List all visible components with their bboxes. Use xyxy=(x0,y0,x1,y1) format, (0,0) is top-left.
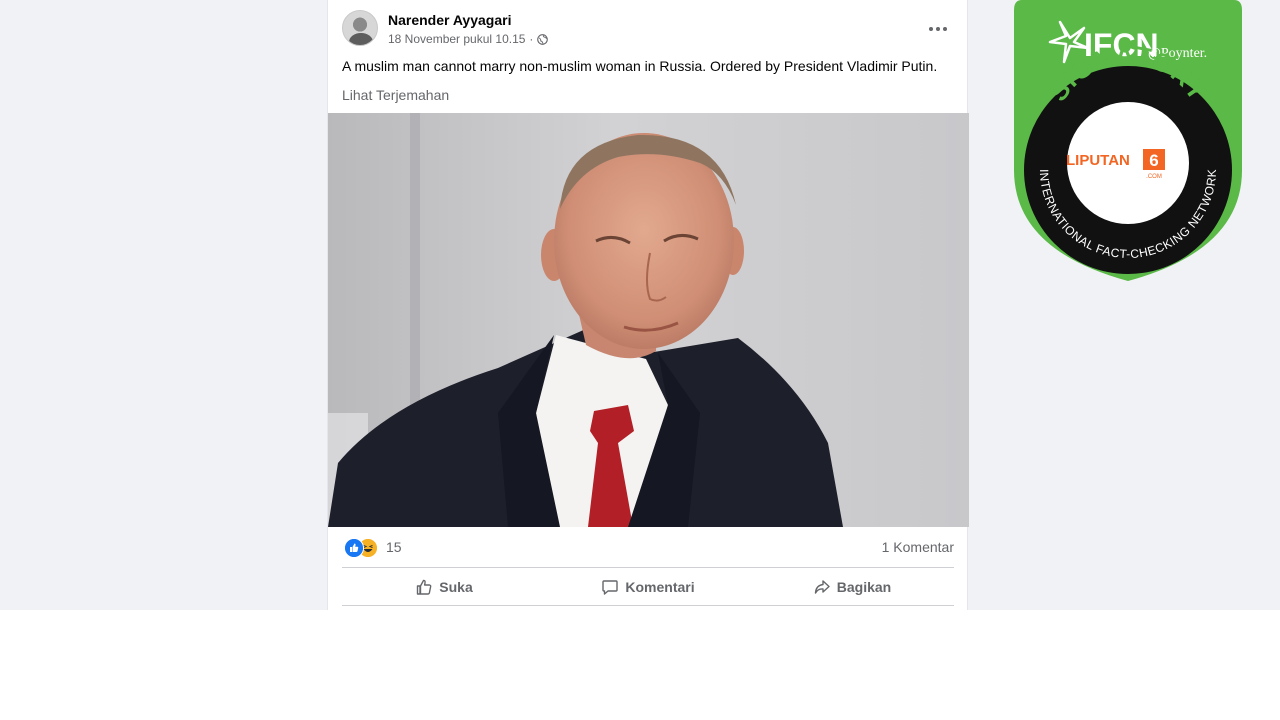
share-button[interactable]: Bagikan xyxy=(750,570,954,604)
more-options-icon[interactable] xyxy=(926,17,950,41)
post-actions: Suka Komentari Bagikan xyxy=(342,570,954,604)
post-header: Narender Ayyagari 18 November pukul 10.1… xyxy=(342,9,954,53)
actions-divider-bottom xyxy=(342,605,954,606)
separator-dot: · xyxy=(529,32,534,46)
see-translation-link[interactable]: Lihat Terjemahan xyxy=(342,87,449,103)
reaction-count[interactable]: 15 xyxy=(386,539,402,555)
comment-count[interactable]: 1 Komentar xyxy=(882,539,954,555)
comment-button[interactable]: Komentari xyxy=(546,570,750,604)
liputan6-wordmark: LIPUTAN xyxy=(1066,152,1130,169)
post-timestamp[interactable]: 18 November pukul 10.15 xyxy=(388,32,525,46)
actions-divider-top xyxy=(342,567,954,568)
facebook-post: Narender Ayyagari 18 November pukul 10.1… xyxy=(327,0,969,610)
reaction-icons[interactable] xyxy=(344,537,384,558)
like-reaction-icon xyxy=(344,538,364,558)
author-name[interactable]: Narender Ayyagari xyxy=(388,12,511,28)
globe-icon xyxy=(537,33,549,45)
liputan6-digit: 6 xyxy=(1149,151,1158,170)
liputan6-domain: .COM xyxy=(1146,174,1162,180)
share-label: Bagikan xyxy=(836,579,892,595)
comment-label: Komentari xyxy=(625,579,695,595)
like-label: Suka xyxy=(439,579,473,595)
avatar[interactable] xyxy=(342,10,378,46)
post-text: A muslim man cannot marry non-muslim wom… xyxy=(342,58,938,74)
post-meta: 18 November pukul 10.15 · xyxy=(388,32,549,46)
share-icon xyxy=(814,580,830,594)
like-button[interactable]: Suka xyxy=(342,570,546,604)
ifcn-signatory-badge: IFCN @Poynter. SIGNATORY INTERNATIONAL F… xyxy=(1014,0,1242,281)
like-icon xyxy=(417,579,432,595)
reactions-bar: 15 1 Komentar xyxy=(342,537,954,558)
post-photo[interactable] xyxy=(328,113,969,527)
post-photo-illustration xyxy=(328,113,969,527)
comment-icon xyxy=(602,580,619,595)
